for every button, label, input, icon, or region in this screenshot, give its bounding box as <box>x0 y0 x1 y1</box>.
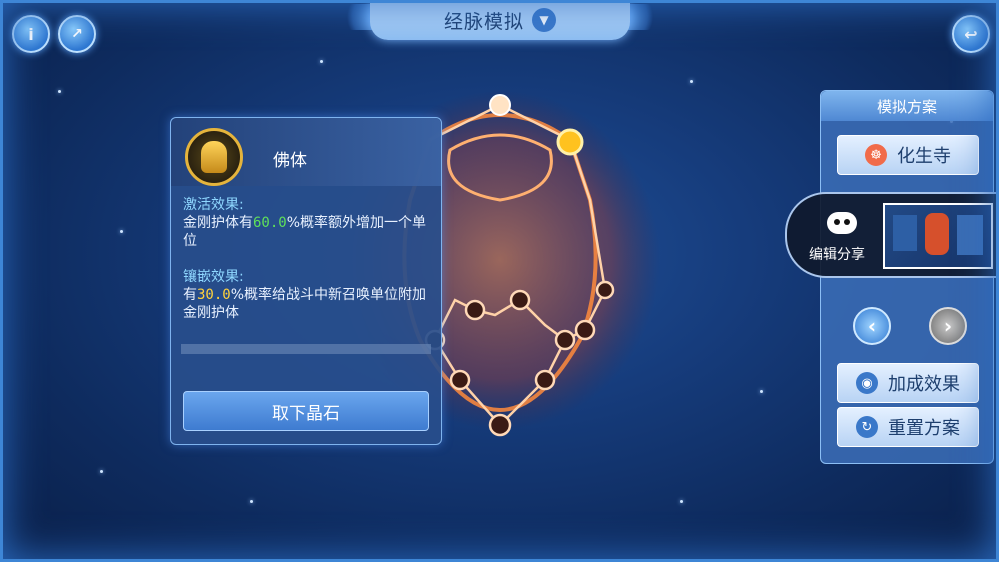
panda-mascot-icon <box>827 212 857 234</box>
screenshot-thumbnail[interactable] <box>883 203 993 269</box>
thumbnail-sidebar <box>957 215 983 255</box>
star-sparkle <box>100 470 103 473</box>
remove-gem-button[interactable]: 取下晶石 <box>183 391 429 431</box>
return-arrow-icon[interactable]: ↩ <box>952 15 990 53</box>
meridian-node[interactable] <box>595 280 615 300</box>
gem-node-selected[interactable] <box>556 128 584 156</box>
meridian-node[interactable] <box>554 329 576 351</box>
star-sparkle <box>690 80 693 83</box>
meridian-node[interactable] <box>464 299 486 321</box>
star-sparkle <box>320 60 323 63</box>
divider-strip <box>181 344 431 354</box>
star-sparkle <box>120 230 123 233</box>
star-sparkle <box>680 500 683 503</box>
bonus-effect-label: 加成效果 <box>888 374 960 395</box>
edit-share-icon[interactable]: ↗ <box>58 15 96 53</box>
info-icon[interactable]: i <box>12 15 50 53</box>
meridian-node[interactable] <box>488 413 512 437</box>
reset-plan-button[interactable]: ↻ 重置方案 <box>837 407 979 447</box>
panel-title: 模拟方案 <box>821 91 993 121</box>
eye-icon: ◉ <box>856 372 878 394</box>
title-bar: 经脉模拟 ▼ <box>370 0 630 40</box>
inlay-effect: 镶嵌效果: 有30.0%概率给战斗中新召唤单位附加金刚护体 <box>183 268 433 322</box>
meridian-node[interactable] <box>534 369 556 391</box>
reset-plan-label: 重置方案 <box>888 418 960 439</box>
edit-share-label: 编辑分享 <box>809 247 865 263</box>
meridian-node[interactable] <box>449 369 471 391</box>
sect-emblem-icon: ☸ <box>865 144 887 166</box>
prev-arrow-icon[interactable]: ‹ <box>853 307 891 345</box>
activate-effect: 激活效果: 金刚护体有60.0%概率额外增加一个单位 <box>183 196 433 250</box>
buddha-figure-icon <box>201 141 227 173</box>
gem-info-panel: 佛体 激活效果: 金刚护体有60.0%概率额外增加一个单位 镶嵌效果: 有30.… <box>170 117 442 445</box>
gem-name: 佛体 <box>273 151 307 171</box>
buddha-body-icon <box>185 128 243 186</box>
sect-button-label: 化生寺 <box>897 146 951 167</box>
star-sparkle <box>58 90 61 93</box>
page-title: 经脉模拟 <box>443 10 524 33</box>
activate-value: 60.0 <box>253 215 287 231</box>
sect-button[interactable]: ☸ 化生寺 <box>837 135 979 175</box>
activate-text-pre: 金刚护体有 <box>183 215 253 231</box>
star-sparkle <box>760 390 763 393</box>
activate-effect-text: 金刚护体有60.0%概率额外增加一个单位 <box>183 214 433 250</box>
inlay-effect-label: 镶嵌效果: <box>183 269 244 285</box>
thumbnail-constellation <box>925 213 949 255</box>
star-sparkle <box>250 500 253 503</box>
inlay-text-pre: 有 <box>183 287 197 303</box>
inlay-value: 30.0 <box>197 287 231 303</box>
share-popup[interactable]: 编辑分享 <box>785 192 999 278</box>
bonus-effect-button[interactable]: ◉ 加成效果 <box>837 363 979 403</box>
meridian-node-active[interactable] <box>489 94 511 116</box>
meridian-node[interactable] <box>574 319 596 341</box>
activate-effect-label: 激活效果: <box>183 197 244 213</box>
refresh-icon: ↻ <box>856 416 878 438</box>
meridian-node[interactable] <box>509 289 531 311</box>
inlay-effect-text: 有30.0%概率给战斗中新召唤单位附加金刚护体 <box>183 286 433 322</box>
chevron-down-icon[interactable]: ▼ <box>532 8 556 32</box>
next-arrow-icon[interactable]: › <box>929 307 967 345</box>
thumbnail-panel <box>893 215 917 251</box>
